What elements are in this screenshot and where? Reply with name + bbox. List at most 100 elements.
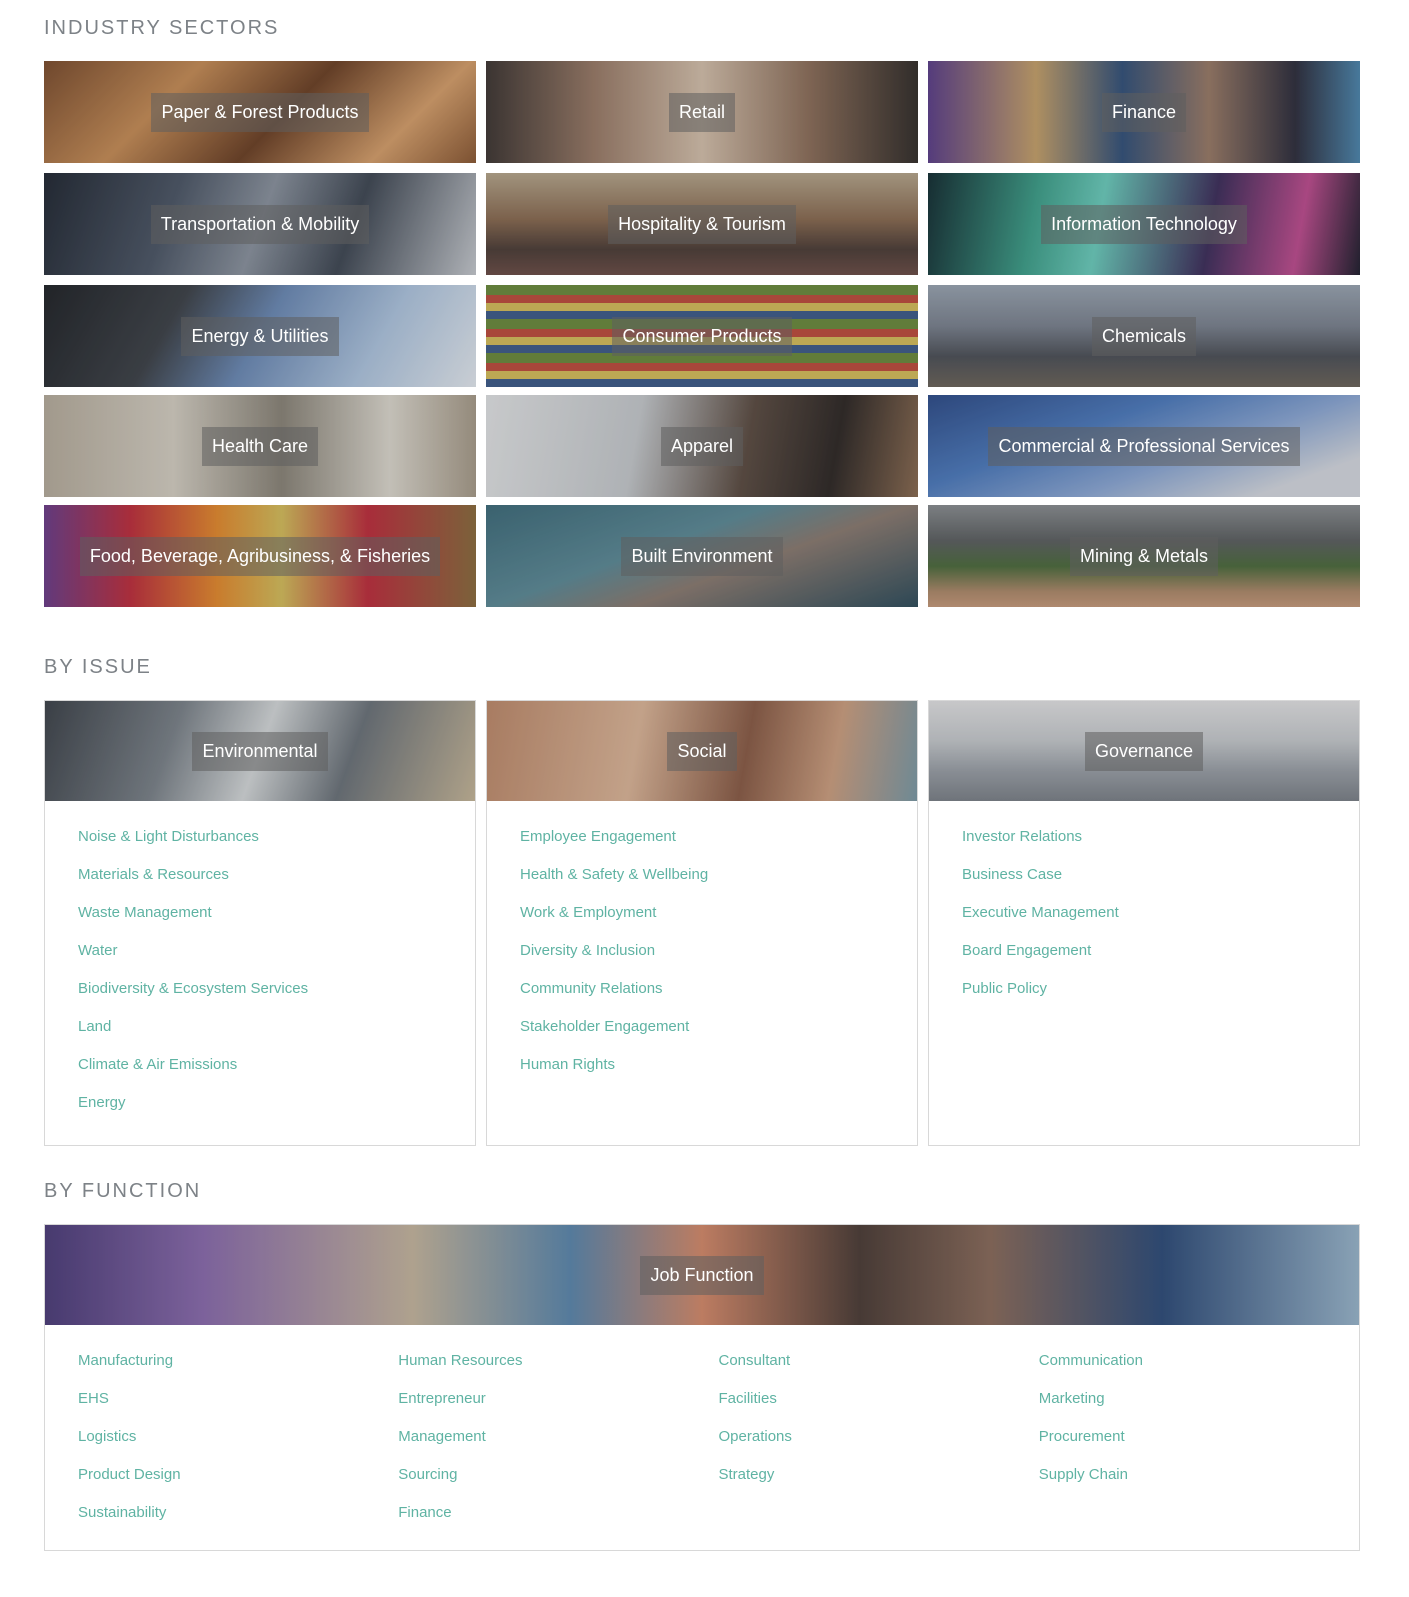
function-column: Consultant Facilities Operations Strateg… [719, 1349, 1039, 1539]
tile-energy-utilities[interactable]: Energy & Utilities [44, 285, 476, 387]
link-stakeholder-engagement[interactable]: Stakeholder Engagement [520, 1018, 689, 1035]
tile-built-environment[interactable]: Built Environment [486, 505, 918, 607]
tile-label: Retail [668, 92, 736, 132]
tile-food-beverage-agribusiness-fisheries[interactable]: Food, Beverage, Agribusiness, & Fisherie… [44, 505, 476, 607]
list-item: Marketing [1039, 1387, 1359, 1425]
function-column: Manufacturing EHS Logistics Product Desi… [78, 1349, 398, 1539]
link-sourcing[interactable]: Sourcing [398, 1466, 457, 1483]
tile-paper-forest-products[interactable]: Paper & Forest Products [44, 61, 476, 163]
link-community-relations[interactable]: Community Relations [520, 980, 663, 997]
link-executive-management[interactable]: Executive Management [962, 904, 1119, 921]
function-card: Job Function Manufacturing EHS Logistics… [44, 1224, 1360, 1551]
link-finance[interactable]: Finance [398, 1504, 451, 1521]
environmental-links: Noise & Light Disturbances Materials & R… [45, 801, 475, 1129]
link-energy[interactable]: Energy [78, 1094, 126, 1111]
tile-label: Hospitality & Tourism [608, 204, 796, 244]
link-work-employment[interactable]: Work & Employment [520, 904, 656, 921]
tile-commercial-professional-services[interactable]: Commercial & Professional Services [928, 395, 1360, 497]
link-operations[interactable]: Operations [719, 1428, 792, 1445]
tile-transportation-mobility[interactable]: Transportation & Mobility [44, 173, 476, 275]
list-item: Entrepreneur [398, 1387, 718, 1425]
tile-label: Finance [1101, 92, 1187, 132]
job-function-banner[interactable]: Job Function [45, 1225, 1359, 1325]
list-item: Supply Chain [1039, 1463, 1359, 1501]
link-waste-management[interactable]: Waste Management [78, 904, 212, 921]
list-item: Sourcing [398, 1463, 718, 1501]
link-investor-relations[interactable]: Investor Relations [962, 828, 1082, 845]
list-item: Land [78, 1015, 475, 1053]
link-human-resources[interactable]: Human Resources [398, 1352, 522, 1369]
link-employee-engagement[interactable]: Employee Engagement [520, 828, 676, 845]
list-item: Logistics [78, 1425, 398, 1463]
link-communication[interactable]: Communication [1039, 1352, 1143, 1369]
list-item: Stakeholder Engagement [520, 1015, 917, 1053]
link-management[interactable]: Management [398, 1428, 486, 1445]
link-diversity-inclusion[interactable]: Diversity & Inclusion [520, 942, 655, 959]
link-consultant[interactable]: Consultant [719, 1352, 791, 1369]
list-item: Product Design [78, 1463, 398, 1501]
tile-mining-metals[interactable]: Mining & Metals [928, 505, 1360, 607]
issue-card-environmental: Environmental Noise & Light Disturbances… [44, 700, 476, 1146]
tile-apparel[interactable]: Apparel [486, 395, 918, 497]
link-product-design[interactable]: Product Design [78, 1466, 181, 1483]
by-function-heading: BY FUNCTION [44, 1180, 202, 1202]
link-land[interactable]: Land [78, 1018, 111, 1035]
list-item: Executive Management [962, 901, 1359, 939]
function-column: Communication Marketing Procurement Supp… [1039, 1349, 1359, 1539]
link-logistics[interactable]: Logistics [78, 1428, 136, 1445]
link-materials-resources[interactable]: Materials & Resources [78, 866, 229, 883]
tile-information-technology[interactable]: Information Technology [928, 173, 1360, 275]
function-columns: Manufacturing EHS Logistics Product Desi… [45, 1325, 1359, 1539]
list-item: Strategy [719, 1463, 1039, 1501]
link-marketing[interactable]: Marketing [1039, 1390, 1105, 1407]
link-climate-air-emissions[interactable]: Climate & Air Emissions [78, 1056, 237, 1073]
link-entrepreneur[interactable]: Entrepreneur [398, 1390, 486, 1407]
issue-card-governance: Governance Investor Relations Business C… [928, 700, 1360, 1146]
link-sustainability[interactable]: Sustainability [78, 1504, 166, 1521]
tile-label: Food, Beverage, Agribusiness, & Fisherie… [79, 536, 441, 576]
tile-retail[interactable]: Retail [486, 61, 918, 163]
governance-banner[interactable]: Governance [929, 701, 1359, 801]
link-noise-light-disturbances[interactable]: Noise & Light Disturbances [78, 828, 259, 845]
link-ehs[interactable]: EHS [78, 1390, 109, 1407]
social-title: Social [667, 731, 737, 771]
list-item: Community Relations [520, 977, 917, 1015]
tile-finance[interactable]: Finance [928, 61, 1360, 163]
link-water[interactable]: Water [78, 942, 117, 959]
link-health-safety-wellbeing[interactable]: Health & Safety & Wellbeing [520, 866, 708, 883]
link-facilities[interactable]: Facilities [719, 1390, 777, 1407]
tile-label: Built Environment [621, 536, 783, 576]
tile-hospitality-tourism[interactable]: Hospitality & Tourism [486, 173, 918, 275]
list-item: Investor Relations [962, 825, 1359, 863]
link-strategy[interactable]: Strategy [719, 1466, 775, 1483]
tile-health-care[interactable]: Health Care [44, 395, 476, 497]
link-biodiversity-ecosystem-services[interactable]: Biodiversity & Ecosystem Services [78, 980, 308, 997]
link-human-rights[interactable]: Human Rights [520, 1056, 615, 1073]
link-procurement[interactable]: Procurement [1039, 1428, 1125, 1445]
link-public-policy[interactable]: Public Policy [962, 980, 1047, 997]
list-item: Board Engagement [962, 939, 1359, 977]
tile-label: Health Care [201, 426, 319, 466]
tile-label: Apparel [660, 426, 744, 466]
tile-label: Mining & Metals [1069, 536, 1219, 576]
list-item: Water [78, 939, 475, 977]
list-item: Climate & Air Emissions [78, 1053, 475, 1091]
environmental-banner[interactable]: Environmental [45, 701, 475, 801]
list-item: Communication [1039, 1349, 1359, 1387]
list-item: Waste Management [78, 901, 475, 939]
list-item: Public Policy [962, 977, 1359, 1015]
link-supply-chain[interactable]: Supply Chain [1039, 1466, 1128, 1483]
list-item: Human Resources [398, 1349, 718, 1387]
link-manufacturing[interactable]: Manufacturing [78, 1352, 173, 1369]
link-business-case[interactable]: Business Case [962, 866, 1062, 883]
tile-label: Information Technology [1041, 204, 1247, 244]
tile-chemicals[interactable]: Chemicals [928, 285, 1360, 387]
list-item: Manufacturing [78, 1349, 398, 1387]
social-banner[interactable]: Social [487, 701, 917, 801]
tile-label: Paper & Forest Products [151, 92, 369, 132]
tile-consumer-products[interactable]: Consumer Products [486, 285, 918, 387]
list-item: Energy [78, 1091, 475, 1129]
list-item: Facilities [719, 1387, 1039, 1425]
list-item: Human Rights [520, 1053, 917, 1091]
link-board-engagement[interactable]: Board Engagement [962, 942, 1091, 959]
